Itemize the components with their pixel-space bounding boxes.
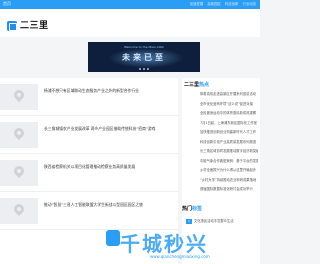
list-item[interactable]: 杨浦不想只有区域联动生态服务产业之外的新型合作行业 [0,78,178,116]
image-placeholder-icon [11,201,27,217]
watermark-logo-icon [106,230,120,246]
pager-dot[interactable] [147,68,149,70]
pager-dot[interactable] [139,68,141,70]
hot-tags-heading: 热门标签 [182,205,202,212]
logo-icon[interactable] [7,21,17,31]
sidebar-heading-prefix: 二三里 [184,82,200,88]
article-thumbnail[interactable] [0,84,38,110]
sidebar-news-item[interactable]: 全民健身运动中的体育惠民新成效观察 [184,109,258,119]
rank-badge: 1 [186,219,192,224]
top-link[interactable]: 加速发展 [190,1,204,6]
hero-banner[interactable]: Welcome to the Mars AIGC 未来已至 [88,42,200,72]
home-link[interactable]: 首页 [3,1,11,7]
top-links: 加速发展 高新园区 科技创新 行业动态 [190,1,256,6]
sidebar-news-item[interactable]: 科技创新引领产业高质量发展系列报道 [184,138,258,148]
article-thumbnail[interactable] [0,198,38,224]
hot-heading-accent: 标签 [192,206,203,212]
image-placeholder-icon [11,87,27,103]
banner-title: 未来已至 [122,53,166,62]
image-placeholder-icon [11,125,27,141]
banner-pager [88,68,200,70]
sidebar-news-list: 带着真情走进高新区开展系列宣讲活动 全市优化营商环境“这么说”促进对接 全民健身… [184,90,258,195]
article-title[interactable]: 长三角城镇农产业发展改革 两乡产业园区借助传统科技“招商”游戏 [44,126,176,132]
article-thumbnail[interactable] [0,160,38,186]
hot-list-item[interactable]: 1 文化惠民活动丰富群众生活 [182,218,260,224]
sidebar-heading: 二三里热点 [184,81,209,88]
top-nav-bar: 首页 加速发展 高新园区 科技创新 行业动态 [0,0,260,9]
banner-subtitle: Welcome to the Mars AIGC [123,45,165,49]
list-item[interactable]: 推动“智慧”三晋人工智能联盟大学生街战斗型园区园区之旅 [0,192,178,230]
hot-heading-prefix: 热门 [182,206,193,212]
top-link[interactable]: 行业动态 [242,1,256,6]
site-header: 二三里 [0,9,260,37]
pager-dot[interactable] [143,68,145,70]
hot-item-text[interactable]: 文化惠民活动丰富群众生活 [194,219,234,223]
sidebar-news-item[interactable]: 中欧气象合作典型案例：基于平台的发展 [184,157,258,167]
watermark-text: 千城秒兴 [120,232,208,256]
top-link[interactable]: 高新园区 [207,1,221,6]
article-title[interactable]: 推动“智慧”三晋人工智能联盟大学生街战斗型园区园区之旅 [44,202,176,208]
sidebar-news-item[interactable]: 7月1日起，上海浦东新区国际化工作室 [184,119,258,129]
list-item[interactable]: 长三角城镇农产业发展改革 两乡产业园区借助传统科技“招商”游戏 [0,116,178,154]
sidebar-news-item[interactable]: 首届国际数据标准化研讨会成功举行 [184,185,258,195]
site-logo-text[interactable]: 二三里 [20,18,49,31]
sidebar-news-item[interactable]: 乡村全面振兴为什么得从这里开局起步 [184,166,258,176]
image-placeholder-icon [11,163,27,179]
article-title[interactable]: 陕西省检察机关以项目化管理推动检察业务高质量发展 [44,164,176,170]
watermark-url: www.qianchengmiaoxing.com [150,254,210,259]
sidebar-news-item[interactable]: “乡村大学”持续推动农业科研成果落地 [184,176,258,186]
sidebar-news-item[interactable]: 长三角区域协同发展推动数字经济新突破 [184,147,258,157]
top-link[interactable]: 科技创新 [225,1,239,6]
sidebar-news-item[interactable]: 全市优化营商环境“这么说”促进对接 [184,100,258,110]
article-title[interactable]: 杨浦不想只有区域联动生态服务产业之外的新型合作行业 [44,88,176,94]
sidebar-news-item[interactable]: 带着真情走进高新区开展系列宣讲活动 [184,90,258,100]
sidebar-news-item[interactable]: 加快推进创新创业构建新时代人才工作 [184,128,258,138]
list-item[interactable]: 陕西省检察机关以项目化管理推动检察业务高质量发展 [0,154,178,192]
sidebar-heading-accent: 热点 [199,82,210,88]
article-thumbnail[interactable] [0,122,38,148]
